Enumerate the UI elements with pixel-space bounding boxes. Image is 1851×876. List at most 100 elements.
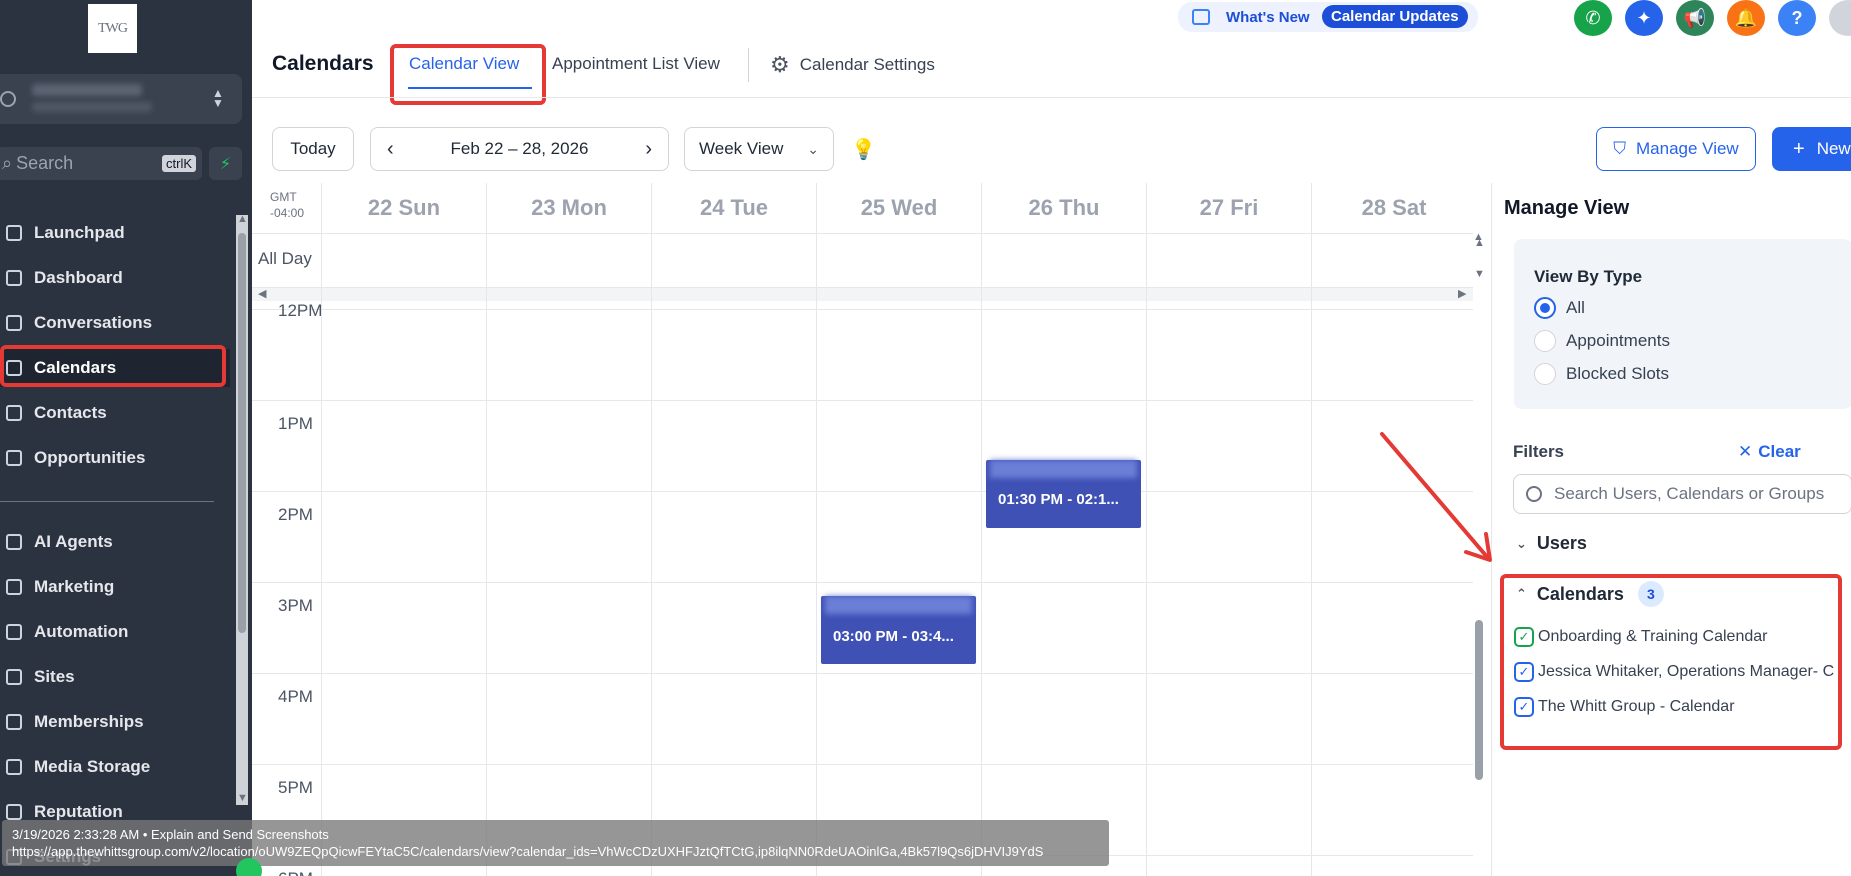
sidebar-item-marketing[interactable]: Marketing bbox=[0, 568, 230, 606]
hour-line bbox=[252, 400, 1473, 401]
view-by-type-heading: View By Type bbox=[1534, 267, 1643, 286]
clear-filters-button[interactable]: ✕ Clear bbox=[1738, 442, 1801, 462]
filter-search-input[interactable]: Search Users, Calendars or Groups bbox=[1513, 474, 1851, 514]
scroll-down-icon[interactable]: ▼ bbox=[237, 792, 248, 804]
calendar-updates-pill[interactable]: Calendar Updates bbox=[1322, 5, 1468, 28]
radio-blocked-slots[interactable]: Blocked Slots bbox=[1534, 363, 1669, 385]
scroll-up-icon[interactable]: ▲ bbox=[237, 213, 248, 225]
radio-button[interactable] bbox=[1534, 330, 1556, 352]
hour-label: 3PM bbox=[278, 596, 313, 615]
sidebar-item-ai-agents[interactable]: AI Agents bbox=[0, 523, 230, 561]
manage-view-button[interactable]: ⛉ Manage View bbox=[1596, 127, 1756, 171]
whats-new-bar[interactable]: What's New Calendar Updates bbox=[1178, 2, 1478, 32]
hour-line bbox=[252, 491, 1473, 492]
header-divider bbox=[252, 97, 1851, 98]
user-avatar[interactable] bbox=[1829, 0, 1851, 36]
sidebar-search-placeholder: Search bbox=[16, 153, 74, 173]
day-header[interactable]: 27 Fri bbox=[1146, 183, 1311, 233]
sidebar-item-launchpad[interactable]: Launchpad bbox=[0, 214, 230, 252]
scroll-left-icon[interactable]: ◀ bbox=[258, 287, 266, 300]
chat-icon bbox=[6, 315, 22, 331]
day-header[interactable]: 26 Thu bbox=[981, 183, 1146, 233]
bell-icon[interactable]: 🔔 bbox=[1727, 0, 1765, 36]
close-icon: ✕ bbox=[1738, 442, 1753, 461]
tab-appointment-list-view[interactable]: Appointment List View bbox=[552, 54, 720, 74]
all-day-label: All Day bbox=[258, 249, 312, 268]
dashboard-icon bbox=[6, 270, 22, 286]
new-button[interactable]: + New bbox=[1772, 127, 1851, 171]
sidebar-item-label: Reputation bbox=[34, 802, 123, 821]
sidebar-item-label: Sites bbox=[34, 667, 75, 686]
hour-label: 1PM bbox=[278, 414, 313, 433]
day-header[interactable]: 28 Sat bbox=[1311, 183, 1476, 233]
sidebar-item-opportunities[interactable]: Opportunities bbox=[0, 439, 230, 477]
search-icon bbox=[1526, 486, 1542, 502]
sidebar-item-conversations[interactable]: Conversations bbox=[0, 304, 230, 342]
sidebar-item-media-storage[interactable]: Media Storage bbox=[0, 748, 230, 786]
event-title-redacted bbox=[990, 459, 1137, 478]
calendar-event[interactable]: 03:00 PM - 03:4... bbox=[821, 596, 976, 665]
allday-scroll-down-icon[interactable]: ▼ bbox=[1474, 268, 1485, 280]
users-section-label: Users bbox=[1536, 533, 1587, 553]
annotation-box-calendars-filter bbox=[1500, 574, 1842, 750]
sidebar-item-label: Dashboard bbox=[34, 268, 123, 287]
whats-new-link[interactable]: What's New bbox=[1226, 9, 1310, 26]
grid-scrollbar-thumb[interactable] bbox=[1475, 620, 1483, 780]
send-icon bbox=[6, 579, 22, 595]
quick-actions-bolt-icon[interactable]: ⚡ bbox=[209, 147, 242, 180]
chevron-updown-icon: ▲ ▼ bbox=[212, 86, 224, 110]
users-section-toggle[interactable]: ⌄ Users bbox=[1516, 533, 1587, 554]
ai-sparkle-icon[interactable]: ✦ bbox=[1625, 0, 1663, 36]
radio-all[interactable]: All bbox=[1534, 297, 1585, 319]
radio-label: All bbox=[1566, 298, 1585, 317]
sidebar-scrollbar-thumb[interactable] bbox=[238, 233, 246, 633]
day-column-divider bbox=[1146, 233, 1147, 876]
filter-funnel-icon: ⛉ bbox=[1613, 139, 1627, 158]
radio-label: Appointments bbox=[1566, 331, 1670, 350]
sidebar-item-label: Launchpad bbox=[34, 223, 125, 242]
account-switcher[interactable]: ▲ ▼ bbox=[0, 74, 242, 124]
megaphone-icon[interactable]: 📢 bbox=[1676, 0, 1714, 36]
allday-scroll-up-icon[interactable]: ▲ bbox=[1474, 237, 1485, 249]
sidebar-item-label: Memberships bbox=[34, 712, 144, 731]
location-icon bbox=[0, 91, 16, 107]
next-week-chevron-icon[interactable]: › bbox=[645, 138, 652, 161]
lightbulb-icon[interactable]: 💡 bbox=[851, 137, 876, 161]
radio-button[interactable] bbox=[1534, 363, 1556, 385]
sidebar-item-memberships[interactable]: Memberships bbox=[0, 703, 230, 741]
phone-icon[interactable]: ✆ bbox=[1574, 0, 1612, 36]
sidebar-item-sites[interactable]: Sites bbox=[0, 658, 230, 696]
sidebar-item-label: Automation bbox=[34, 622, 129, 641]
prev-week-chevron-icon[interactable]: ‹ bbox=[387, 138, 394, 161]
event-time-label: 01:30 PM - 02:1... bbox=[998, 491, 1119, 509]
radio-button[interactable] bbox=[1534, 297, 1556, 319]
tab-calendar-settings-label: Calendar Settings bbox=[799, 55, 935, 74]
day-header[interactable]: 23 Mon bbox=[486, 183, 651, 233]
sidebar-item-contacts[interactable]: Contacts bbox=[0, 394, 230, 432]
today-button[interactable]: Today bbox=[272, 127, 354, 171]
calendar-event[interactable]: 01:30 PM - 02:1... bbox=[986, 459, 1141, 528]
sidebar-scrollbar[interactable]: ▲ ▼ bbox=[236, 213, 248, 805]
sidebar-item-automation[interactable]: Automation bbox=[0, 613, 230, 651]
hour-line bbox=[252, 764, 1473, 765]
day-header[interactable]: 25 Wed bbox=[816, 183, 981, 233]
help-icon[interactable]: ? bbox=[1778, 0, 1816, 36]
annotation-box-calendar-view bbox=[390, 44, 546, 105]
day-header[interactable]: 24 Tue bbox=[651, 183, 816, 233]
search-icon: ⌕ bbox=[2, 153, 13, 173]
radio-appointments[interactable]: Appointments bbox=[1534, 330, 1670, 352]
tab-separator bbox=[748, 48, 749, 82]
day-header[interactable]: 22 Sun bbox=[321, 183, 486, 233]
scroll-right-icon[interactable]: ▶ bbox=[1458, 287, 1466, 300]
sidebar-item-dashboard[interactable]: Dashboard bbox=[0, 259, 230, 297]
horizontal-scrollbar[interactable]: ◀ ▶ bbox=[252, 287, 1473, 301]
day-column-divider bbox=[321, 233, 322, 876]
day-column-divider bbox=[1311, 233, 1312, 876]
sidebar-search[interactable]: ⌕ Search ctrlK bbox=[0, 147, 202, 180]
view-select[interactable]: Week View ⌄ bbox=[684, 127, 834, 171]
view-by-type-card: View By Type All Appointments Blocked Sl… bbox=[1514, 239, 1851, 409]
company-logo[interactable]: TWG bbox=[88, 4, 137, 53]
account-address-redacted bbox=[32, 102, 152, 112]
chevron-down-icon: ⌄ bbox=[1516, 535, 1527, 551]
tab-calendar-settings[interactable]: ⚙ Calendar Settings bbox=[770, 52, 935, 78]
